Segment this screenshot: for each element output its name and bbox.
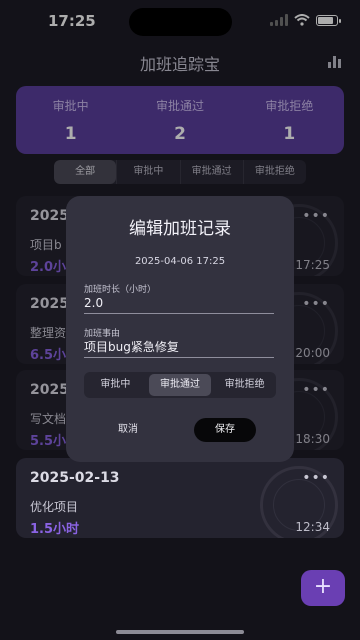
status-option-rejected[interactable]: 审批拒绝 [213, 372, 276, 398]
cancel-button[interactable]: 取消 [118, 420, 138, 435]
save-button[interactable]: 保存 [194, 418, 256, 442]
edit-record-dialog: 编辑加班记录 2025-04-06 17:25 加班时长（小时） 2.0 加班事… [66, 196, 294, 462]
status-option-approved[interactable]: 审批通过 [148, 374, 212, 396]
home-indicator [116, 630, 244, 634]
record-hours: 1.5小时 [30, 522, 80, 537]
record-card[interactable]: 2025-02-13 ••• 优化项目 1.5小时 12:34 [16, 458, 344, 538]
dialog-timestamp: 2025-04-06 17:25 [134, 256, 226, 267]
record-desc: 优化项目 [30, 500, 79, 514]
add-record-button[interactable]: + [301, 570, 345, 606]
status-selector: 审批中 审批通过 审批拒绝 [84, 372, 276, 398]
record-time: 12:34 [295, 520, 330, 534]
hours-input[interactable]: 2.0 [84, 294, 274, 314]
record-date: 2025-02-13 [30, 470, 120, 486]
more-icon[interactable]: ••• [302, 470, 330, 486]
dialog-title: 编辑加班记录 [129, 219, 231, 239]
reason-input[interactable]: 项目bug紧急修复 [84, 338, 274, 358]
status-option-pending[interactable]: 审批中 [84, 372, 147, 398]
